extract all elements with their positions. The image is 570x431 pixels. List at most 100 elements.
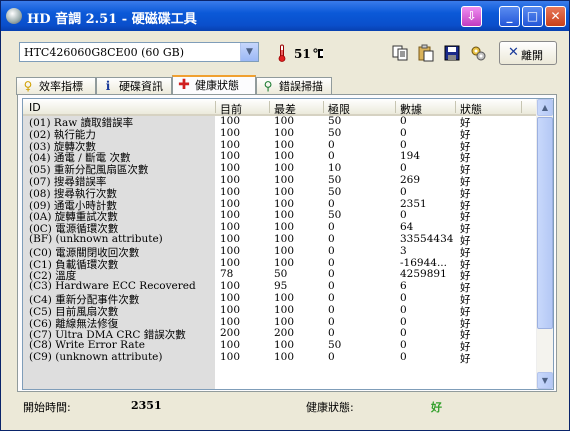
tab-performance[interactable]: ♀ 效率指標: [16, 77, 96, 95]
column-divider[interactable]: [323, 101, 324, 113]
cell-threshold: 0: [328, 232, 335, 245]
close-button[interactable]: ✕: [545, 6, 566, 27]
cell-data: 0: [400, 339, 407, 352]
cell-worst: 100: [274, 185, 295, 198]
minimize-button[interactable]: _: [499, 6, 520, 27]
cell-data: 4259891: [400, 268, 447, 281]
title-bar[interactable]: HD 音調 2.51 - 硬磁碟工具 ⇩ _ □ ✕: [1, 1, 569, 31]
scroll-down-button[interactable]: ▼: [537, 372, 553, 389]
cell-worst: 100: [274, 339, 295, 352]
cell-current: 100: [220, 162, 241, 175]
column-divider[interactable]: [455, 101, 456, 113]
cell-data: -16944...: [400, 256, 447, 269]
cell-id: (C9) (unknown attribute): [29, 350, 163, 363]
cell-current: 200: [220, 327, 241, 340]
drive-select[interactable]: HTC426060G8CE00 (60 GB) ▼: [19, 42, 259, 62]
cell-current: 100: [220, 280, 241, 293]
scroll-up-button[interactable]: ▲: [537, 99, 553, 116]
cell-data: 2351: [400, 197, 427, 210]
maximize-button[interactable]: □: [522, 6, 543, 27]
cell-worst: 200: [274, 327, 295, 340]
copy-icon[interactable]: [391, 44, 409, 62]
cell-current: 100: [220, 126, 241, 139]
cell-data: 0: [400, 303, 407, 316]
chevron-down-icon[interactable]: ▼: [240, 43, 258, 61]
tab-error-scan[interactable]: ⚲ 錯誤掃描: [256, 77, 332, 95]
cell-current: 100: [220, 173, 241, 186]
cell-status: 好: [460, 352, 471, 365]
drive-select-value: HTC426060G8CE00 (60 GB): [24, 46, 185, 59]
cell-current: 78: [220, 268, 234, 281]
start-time-value: 2351: [131, 399, 162, 412]
cell-current: 100: [220, 138, 241, 151]
app-window: HD 音調 2.51 - 硬磁碟工具 ⇩ _ □ ✕ HTC426060G8CE…: [0, 0, 570, 431]
cell-worst: 100: [274, 150, 295, 163]
exit-button[interactable]: ✕ 離開: [499, 41, 557, 65]
cell-data: 0: [400, 115, 407, 127]
column-divider[interactable]: [395, 101, 396, 113]
cell-worst: 100: [274, 115, 295, 127]
table-row[interactable]: (C9) (unknown attribute) 100 100 0 0 好: [23, 350, 537, 365]
cell-threshold: 0: [328, 150, 335, 163]
cell-data: 0: [400, 315, 407, 328]
cell-id: (C3) Hardware ECC Recovered: [29, 280, 196, 293]
cell-current: 100: [220, 291, 241, 304]
cell-current: 100: [220, 232, 241, 245]
cell-current: 100: [220, 244, 241, 257]
health-status-value: 好: [431, 401, 442, 414]
cell-worst: 100: [274, 303, 295, 316]
column-divider[interactable]: [521, 101, 522, 113]
cell-threshold: 50: [328, 209, 342, 222]
tab-label: 健康狀態: [195, 79, 239, 92]
cell-data: 0: [400, 138, 407, 151]
cell-id: (BF) (unknown attribute): [29, 232, 163, 245]
settings-icon[interactable]: [469, 44, 487, 62]
cell-current: 100: [220, 256, 241, 269]
tab-disk-info[interactable]: i 硬碟資訊: [96, 77, 172, 95]
cell-data: 0: [400, 162, 407, 175]
cell-worst: 100: [274, 197, 295, 210]
cell-threshold: 0: [328, 256, 335, 269]
save-icon[interactable]: [443, 44, 461, 62]
tab-label: 效率指標: [39, 80, 83, 93]
cell-data: 0: [400, 209, 407, 222]
scroll-thumb[interactable]: [537, 117, 553, 329]
exit-button-label: 離開: [521, 49, 543, 62]
column-divider[interactable]: [269, 101, 270, 113]
bulb-icon: ♀: [23, 79, 33, 93]
table-body: (01) Raw 讀取錯誤率 100 100 50 0 好 (02) 執行能力 100 100 5…: [23, 115, 537, 365]
info-icon: i: [105, 79, 111, 93]
tab-label: 錯誤掃描: [279, 80, 323, 93]
thermometer-icon: [278, 44, 286, 62]
cell-current: 100: [220, 350, 241, 363]
vertical-scrollbar[interactable]: ▲ ▼: [536, 99, 553, 389]
cell-current: 100: [220, 315, 241, 328]
cell-threshold: 0: [328, 280, 335, 293]
app-icon: [6, 8, 22, 24]
cell-data: 0: [400, 291, 407, 304]
cell-worst: 100: [274, 126, 295, 139]
celsius-icon: [313, 48, 323, 58]
column-header-id[interactable]: ID: [29, 101, 41, 114]
download-button[interactable]: ⇩: [461, 6, 482, 27]
cell-threshold: 50: [328, 339, 342, 352]
smart-attributes-table[interactable]: ID 目前 最差 極限 數據 狀態 (01) Raw 讀取錯誤率 100 100 50…: [22, 98, 554, 390]
cell-data: 3: [400, 244, 407, 257]
health-cross-icon: ✚: [178, 77, 190, 93]
cell-threshold: 0: [328, 315, 335, 328]
temperature-value: 51: [294, 47, 311, 61]
cell-current: 100: [220, 221, 241, 234]
cell-worst: 50: [274, 268, 288, 281]
tab-health[interactable]: ✚ 健康狀態: [172, 75, 256, 96]
cell-worst: 100: [274, 221, 295, 234]
cell-current: 100: [220, 115, 241, 127]
column-divider[interactable]: [215, 101, 216, 113]
paste-icon[interactable]: [417, 44, 435, 62]
cell-current: 100: [220, 339, 241, 352]
cell-current: 100: [220, 197, 241, 210]
cell-worst: 100: [274, 244, 295, 257]
table-header: ID 目前 最差 極限 數據 狀態: [23, 99, 537, 116]
cell-threshold: 50: [328, 173, 342, 186]
cell-threshold: 0: [328, 221, 335, 234]
window-title: HD 音調 2.51 - 硬磁碟工具: [27, 12, 197, 27]
